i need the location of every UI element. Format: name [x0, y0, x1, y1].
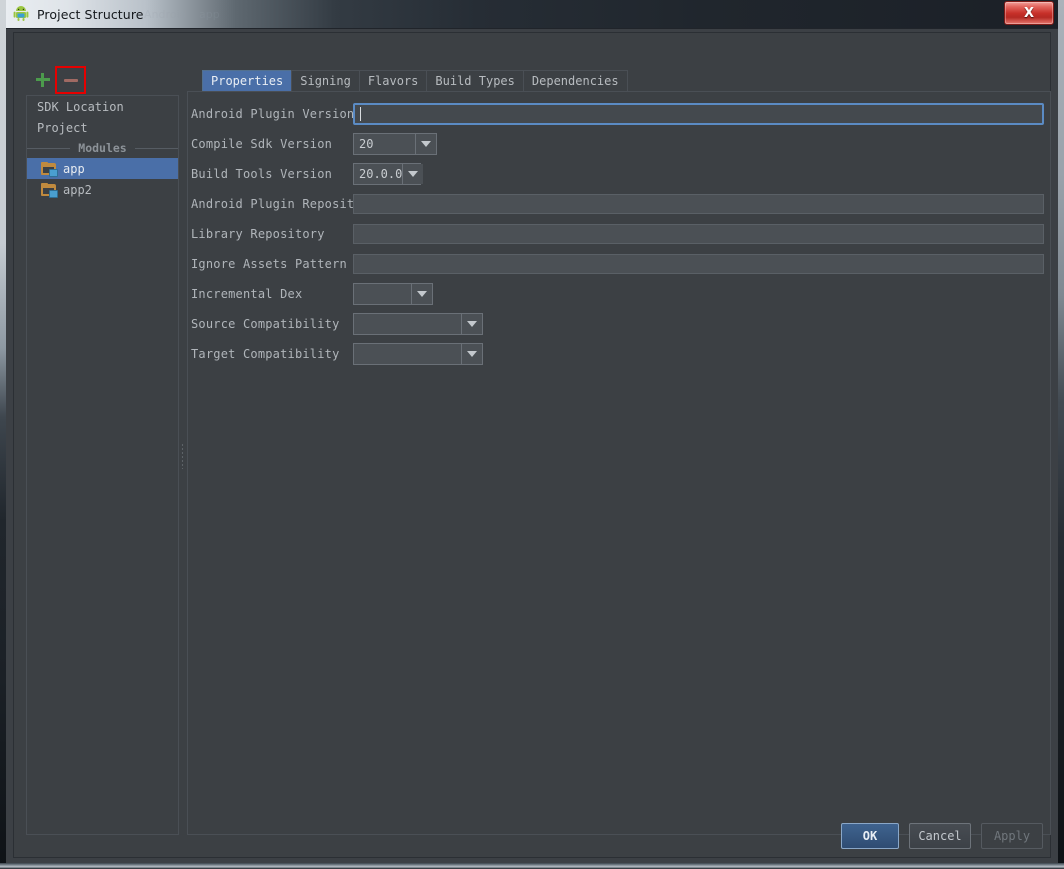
tab-label: Properties — [211, 74, 284, 88]
form-row-android-plugin-version: Android Plugin Version — [191, 99, 1047, 129]
tab-label: Build Types — [435, 74, 515, 88]
close-icon: X — [1023, 5, 1035, 21]
title-bar-left: Project Structure — [6, 0, 144, 28]
button-label: OK — [862, 829, 878, 843]
sidebar-item-label: app — [63, 161, 85, 176]
tab-build-types[interactable]: Build Types — [426, 70, 524, 91]
minus-icon — [64, 78, 78, 82]
button-label: Cancel — [918, 829, 962, 843]
form-label: Ignore Assets Pattern — [191, 257, 347, 271]
form-row-ignore-assets-pattern: Ignore Assets Pattern — [191, 249, 1047, 279]
ok-button[interactable]: OK — [841, 823, 899, 849]
build-tools-version-dropdown[interactable]: 20.0.0 — [353, 163, 424, 185]
dropdown-value — [354, 284, 411, 304]
sidebar-item-app2[interactable]: app2 — [27, 179, 178, 200]
form-label: Build Tools Version — [191, 167, 333, 181]
sidebar-group-label: Modules — [78, 141, 127, 155]
form-label: Android Plugin Version — [191, 107, 355, 121]
background-ghost-text-1: Android — [144, 8, 187, 21]
chevron-down-icon — [411, 284, 432, 304]
target-compatibility-dropdown[interactable] — [353, 343, 483, 365]
apply-button: Apply — [981, 823, 1043, 849]
chevron-down-icon — [461, 314, 482, 334]
chevron-down-icon — [461, 344, 482, 364]
compile-sdk-version-dropdown[interactable]: 20 — [353, 133, 437, 155]
add-module-button[interactable] — [30, 67, 56, 93]
dialog-button-bar: OK Cancel Apply — [6, 823, 1058, 849]
form-label: Incremental Dex — [191, 287, 303, 301]
sidebar-separator-modules: Modules — [27, 138, 178, 158]
form-label: Android Plugin Repository — [191, 197, 377, 211]
form-row-source-compatibility: Source Compatibility — [191, 309, 1047, 339]
project-structure-window: Android app Project Structure X SDK Loca… — [0, 0, 1064, 869]
splitter-grip-icon — [181, 443, 184, 469]
window-title: Project Structure — [37, 6, 144, 22]
separator-line-right — [134, 147, 178, 149]
button-label: Apply — [993, 829, 1031, 843]
tab-bar: Properties Signing Flavors Build Types D… — [202, 70, 628, 91]
sidebar-item-app[interactable]: app — [27, 158, 178, 179]
sidebar-item-project[interactable]: Project — [27, 117, 178, 138]
sidebar-item-label: app2 — [63, 182, 92, 197]
panel-splitter[interactable] — [179, 95, 187, 835]
separator-line-left — [27, 147, 71, 149]
title-bar[interactable]: Android app Project Structure X — [6, 0, 1058, 28]
form-label: Library Repository — [191, 227, 325, 241]
module-toolbar — [30, 66, 170, 94]
tab-signing[interactable]: Signing — [291, 70, 360, 91]
sidebar-item-label: SDK Location — [37, 99, 124, 114]
chevron-down-icon — [402, 164, 424, 184]
dialog-body: SDK Location Project Modules app app2 Pr… — [6, 28, 1058, 863]
form-row-incremental-dex: Incremental Dex — [191, 279, 1047, 309]
dropdown-value — [354, 344, 461, 364]
android-module-folder-icon — [41, 161, 58, 177]
android-robot-icon — [12, 5, 30, 23]
window-edge-right — [1058, 0, 1064, 869]
tab-label: Dependencies — [531, 74, 619, 88]
android-plugin-version-input[interactable] — [353, 103, 1044, 125]
source-compatibility-dropdown[interactable] — [353, 313, 483, 335]
window-edge-bottom — [0, 863, 1064, 869]
sidebar-item-sdk-location[interactable]: SDK Location — [27, 96, 178, 117]
background-ghost-text-2: app — [199, 8, 220, 21]
android-module-folder-icon — [41, 182, 58, 198]
remove-module-button[interactable] — [58, 67, 84, 93]
form-label: Source Compatibility — [191, 317, 340, 331]
tab-properties[interactable]: Properties — [202, 70, 293, 91]
form-row-target-compatibility: Target Compatibility — [191, 339, 1047, 369]
cancel-button[interactable]: Cancel — [909, 823, 971, 849]
tab-flavors[interactable]: Flavors — [358, 70, 428, 91]
tab-label: Flavors — [367, 74, 419, 88]
tab-label: Signing — [300, 74, 351, 88]
library-repository-input[interactable] — [353, 224, 1044, 244]
text-caret — [360, 107, 361, 121]
sidebar-item-label: Project — [37, 120, 88, 135]
module-list-panel[interactable]: SDK Location Project Modules app app2 — [26, 95, 179, 835]
form-label: Compile Sdk Version — [191, 137, 333, 151]
properties-form: Android Plugin Version Compile Sdk Versi… — [191, 99, 1047, 369]
form-row-library-repository: Library Repository — [191, 219, 1047, 249]
form-row-android-plugin-repository: Android Plugin Repository — [191, 189, 1047, 219]
incremental-dex-dropdown[interactable] — [353, 283, 433, 305]
form-row-build-tools-version: Build Tools Version 20.0.0 — [191, 159, 1047, 189]
dropdown-value — [354, 314, 461, 334]
chevron-down-icon — [415, 134, 436, 154]
close-button[interactable]: X — [1004, 1, 1054, 25]
dropdown-value: 20 — [359, 137, 374, 151]
ignore-assets-pattern-input[interactable] — [353, 254, 1044, 274]
tab-dependencies[interactable]: Dependencies — [522, 70, 628, 91]
plus-icon — [36, 73, 50, 87]
android-plugin-repository-input[interactable] — [353, 194, 1044, 214]
form-label: Target Compatibility — [191, 347, 340, 361]
form-row-compile-sdk-version: Compile Sdk Version 20 — [191, 129, 1047, 159]
dropdown-value: 20.0.0 — [359, 167, 403, 181]
